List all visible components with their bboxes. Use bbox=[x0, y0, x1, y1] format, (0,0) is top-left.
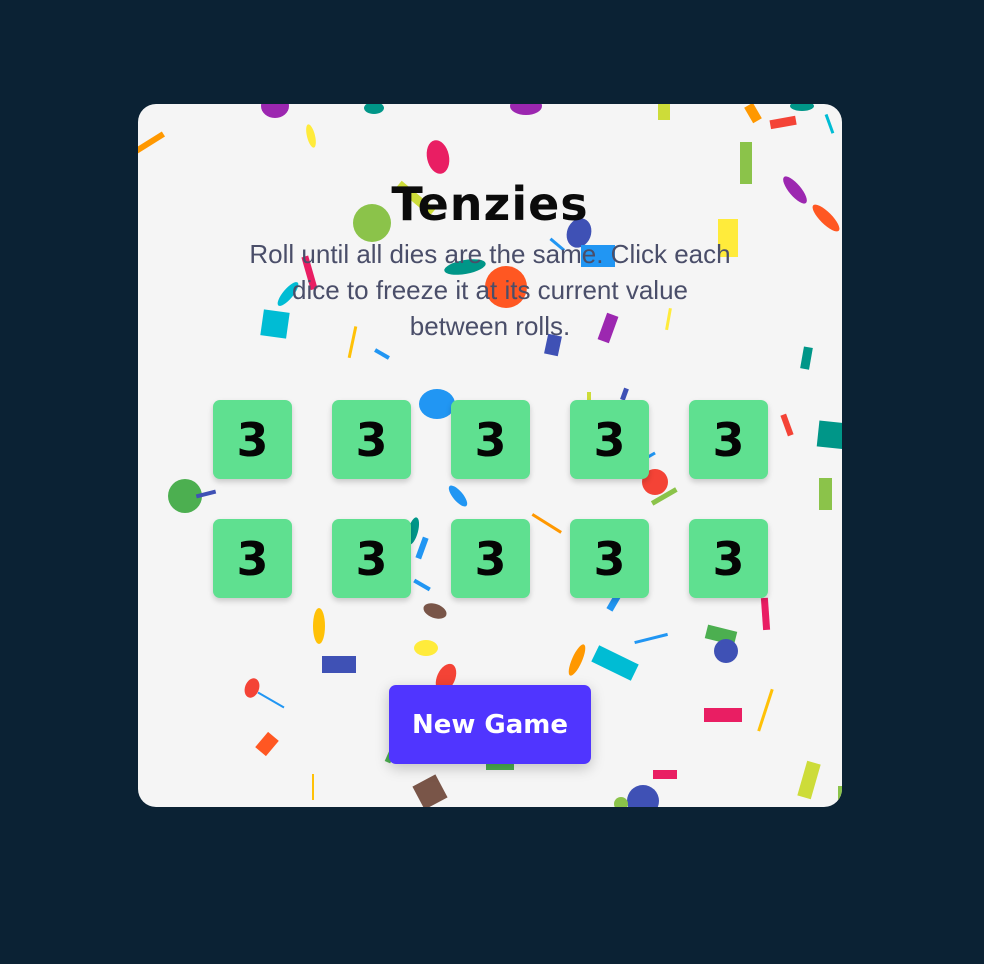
confetti-piece bbox=[627, 785, 659, 807]
die-7[interactable]: 3 bbox=[332, 519, 411, 598]
confetti-piece bbox=[261, 104, 289, 118]
die-6[interactable]: 3 bbox=[213, 519, 292, 598]
confetti-piece bbox=[510, 104, 542, 115]
instructions-text: Roll until all dies are the same. Click … bbox=[249, 239, 731, 341]
confetti-piece bbox=[374, 348, 390, 360]
confetti-piece bbox=[744, 104, 762, 124]
page-title: Tenzies bbox=[391, 177, 589, 231]
confetti-piece bbox=[306, 124, 316, 148]
confetti-piece bbox=[704, 624, 738, 646]
confetti-piece bbox=[838, 786, 842, 804]
die-4[interactable]: 3 bbox=[570, 400, 649, 479]
die-8[interactable]: 3 bbox=[451, 519, 530, 598]
game-card: Tenzies Roll until all dies are the same… bbox=[138, 104, 842, 807]
confetti-piece bbox=[714, 639, 738, 663]
confetti-piece bbox=[322, 656, 356, 673]
confetti-piece bbox=[412, 774, 448, 807]
confetti-piece bbox=[824, 113, 835, 134]
confetti-piece bbox=[614, 797, 628, 807]
dice-grid: 3 3 3 3 3 3 3 3 3 3 bbox=[213, 400, 768, 598]
confetti-piece bbox=[780, 413, 794, 437]
confetti-piece bbox=[634, 632, 668, 645]
confetti-piece bbox=[800, 346, 813, 370]
confetti-piece bbox=[816, 420, 842, 450]
confetti-piece bbox=[257, 691, 285, 709]
confetti-piece bbox=[769, 115, 797, 130]
confetti-piece bbox=[364, 104, 384, 114]
confetti-piece bbox=[653, 770, 677, 779]
confetti-piece bbox=[797, 760, 821, 800]
die-9[interactable]: 3 bbox=[570, 519, 649, 598]
confetti-piece bbox=[426, 140, 450, 174]
confetti-piece bbox=[760, 597, 771, 631]
page: Tenzies Roll until all dies are the same… bbox=[0, 0, 984, 964]
confetti-piece bbox=[414, 640, 438, 656]
confetti-piece bbox=[244, 678, 260, 698]
confetti-piece bbox=[620, 387, 629, 401]
confetti-piece bbox=[255, 731, 279, 757]
confetti-piece bbox=[313, 608, 325, 644]
confetti-piece bbox=[312, 774, 314, 800]
confetti-piece bbox=[704, 708, 742, 722]
confetti-piece bbox=[568, 644, 586, 676]
confetti-piece bbox=[168, 479, 202, 513]
die-1[interactable]: 3 bbox=[213, 400, 292, 479]
new-game-button[interactable]: New Game bbox=[389, 685, 591, 764]
die-3[interactable]: 3 bbox=[451, 400, 530, 479]
confetti-piece bbox=[423, 603, 447, 619]
confetti-piece bbox=[591, 645, 639, 681]
die-5[interactable]: 3 bbox=[689, 400, 768, 479]
confetti-piece bbox=[819, 478, 832, 510]
confetti-piece bbox=[757, 688, 774, 732]
die-10[interactable]: 3 bbox=[689, 519, 768, 598]
die-2[interactable]: 3 bbox=[332, 400, 411, 479]
confetti-piece bbox=[138, 131, 166, 155]
confetti-piece bbox=[658, 104, 670, 120]
confetti-piece bbox=[790, 104, 814, 111]
